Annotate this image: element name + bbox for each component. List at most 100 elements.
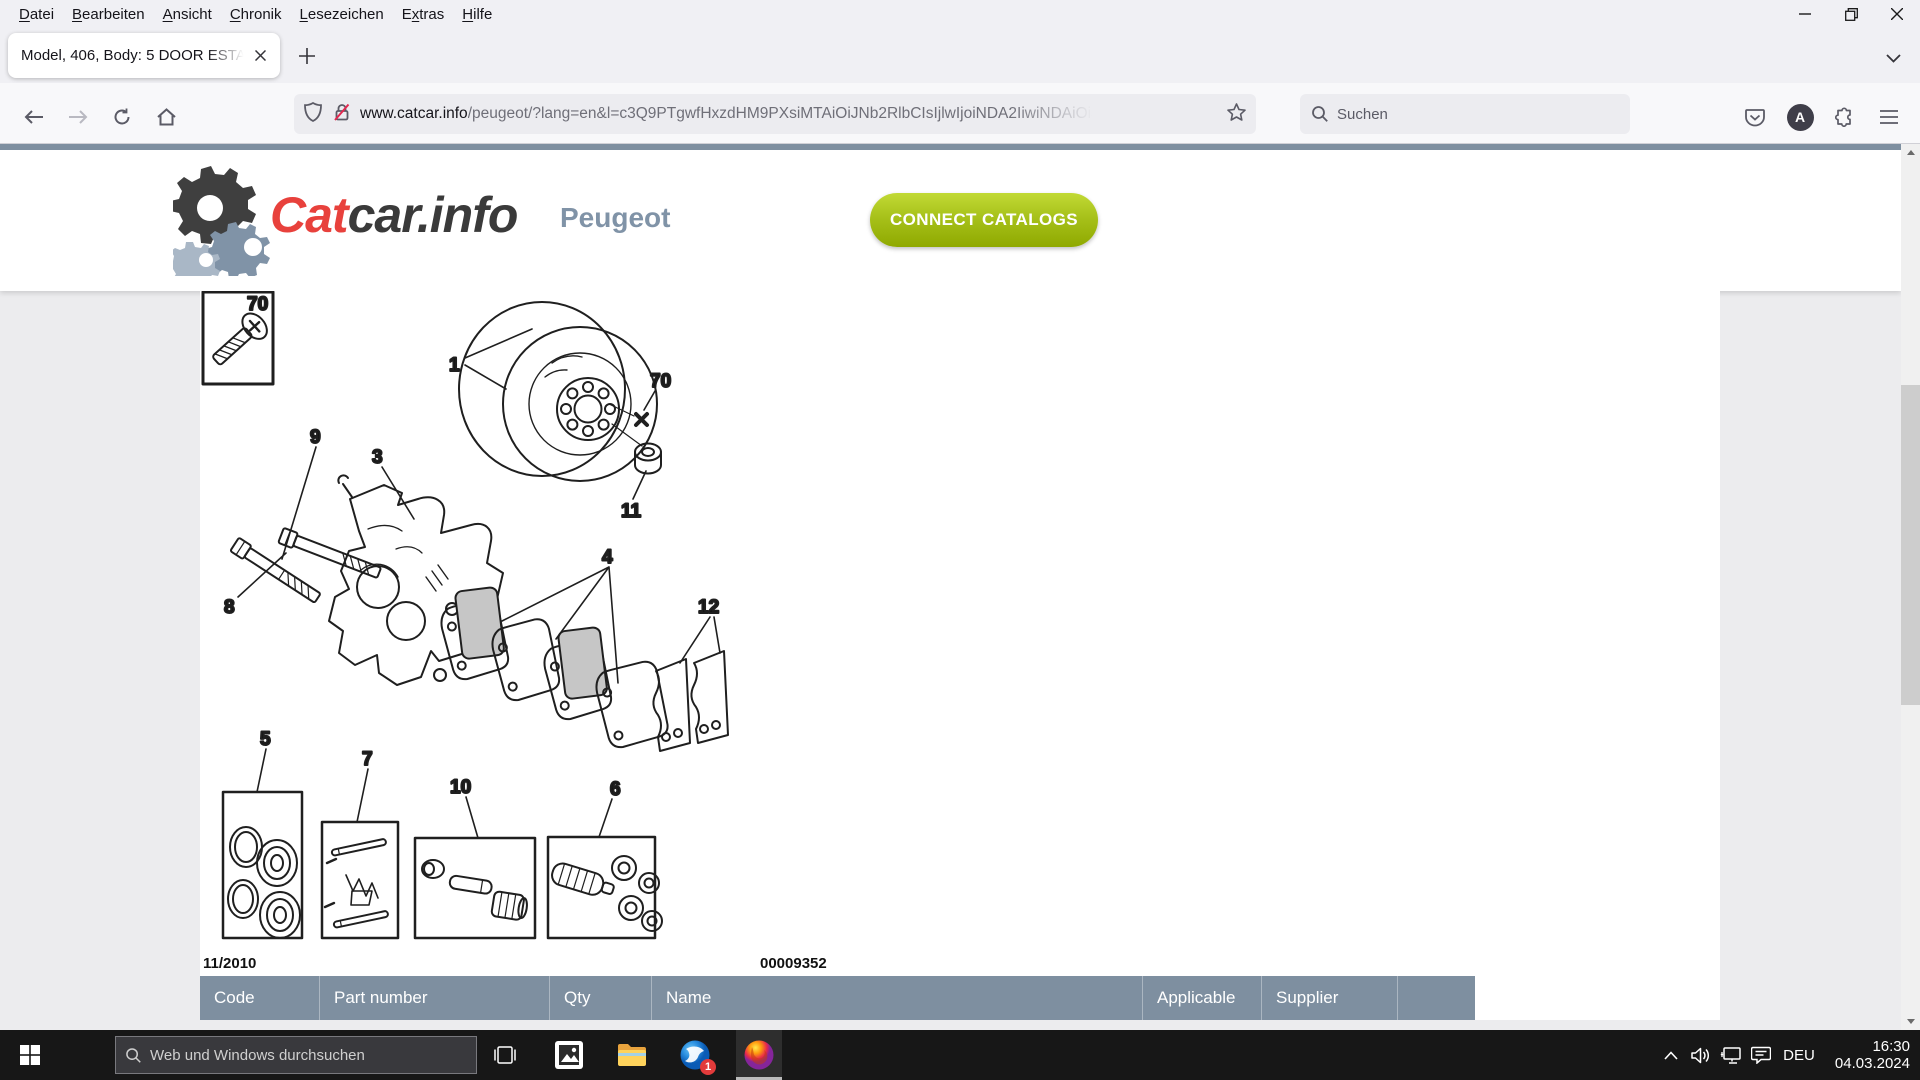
pad-shims bbox=[653, 651, 728, 751]
diagram-label-9: 9 bbox=[310, 427, 321, 448]
diagram-date: 11/2010 bbox=[203, 955, 256, 972]
magnifier-icon bbox=[1312, 106, 1328, 122]
connect-catalogs-button[interactable]: CONNECT CATALOGS bbox=[870, 193, 1098, 247]
reload-icon[interactable] bbox=[105, 100, 139, 134]
menu-lesezeichen[interactable]: Lesezeichen bbox=[291, 6, 393, 23]
account-avatar[interactable]: A bbox=[1783, 100, 1817, 134]
tray-clock[interactable]: 16:30 04.03.2024 bbox=[1824, 1030, 1910, 1080]
menu-ansicht[interactable]: Ansicht bbox=[154, 6, 221, 23]
extensions-puzzle-icon[interactable] bbox=[1828, 100, 1862, 134]
taskbar-search-field[interactable]: Web und Windows durchsuchen bbox=[115, 1036, 477, 1074]
catcar-logo[interactable]: Catcar.info bbox=[173, 164, 593, 276]
column-name: Name bbox=[652, 976, 1143, 1020]
url-path: /peugeot/?lang=en&l=c3Q9PTgwfHxzdHM9PXsi… bbox=[468, 105, 1099, 123]
logo-text: Catcar.info bbox=[270, 186, 517, 244]
tray-chevron-up-icon[interactable] bbox=[1655, 1030, 1687, 1080]
bushing-kit-box-6 bbox=[548, 837, 662, 938]
file-explorer-button[interactable] bbox=[609, 1030, 655, 1080]
avatar-letter: A bbox=[1795, 109, 1805, 125]
photos-icon bbox=[554, 1040, 584, 1070]
guide-bolt-8 bbox=[278, 528, 382, 581]
scrollbar-thumb[interactable] bbox=[1901, 385, 1920, 705]
menu-extras[interactable]: Extras bbox=[393, 6, 454, 23]
guide-bolt-9 bbox=[230, 538, 322, 605]
task-view-button[interactable] bbox=[482, 1030, 528, 1080]
new-tab-button[interactable] bbox=[290, 39, 324, 73]
tray-volume-icon[interactable] bbox=[1685, 1030, 1717, 1080]
diagram-label-6: 6 bbox=[610, 779, 621, 800]
url-bar[interactable]: www.catcar.info /peugeot/?lang=en&l=c3Q9… bbox=[294, 94, 1256, 134]
back-icon[interactable] bbox=[17, 100, 51, 134]
diagram-label-8: 8 bbox=[224, 597, 235, 618]
menu-hilfe[interactable]: Hilfe bbox=[453, 6, 501, 23]
brake-disc bbox=[459, 302, 657, 481]
column-code: Code bbox=[200, 976, 320, 1020]
tray-network-icon[interactable] bbox=[1715, 1030, 1747, 1080]
url-domain: www.catcar.info bbox=[360, 105, 468, 123]
window-controls bbox=[1782, 0, 1920, 28]
notification-badge: 1 bbox=[700, 1059, 716, 1075]
firefox-app-button[interactable] bbox=[736, 1030, 782, 1080]
start-button[interactable] bbox=[0, 1030, 60, 1080]
lock-slash-icon[interactable] bbox=[332, 102, 352, 127]
forward-icon[interactable] bbox=[61, 100, 95, 134]
parts-table-header: Code Part number Qty Name Applicable Sup… bbox=[200, 976, 1475, 1020]
gears-icon bbox=[173, 164, 273, 276]
scroll-down-icon[interactable] bbox=[1901, 1013, 1920, 1030]
home-icon[interactable] bbox=[149, 100, 183, 134]
windows-logo-icon bbox=[20, 1045, 40, 1065]
catalog-card: 70 1 bbox=[200, 291, 1720, 1020]
diagram-label-3: 3 bbox=[372, 447, 383, 468]
hamburger-menu-icon[interactable] bbox=[1872, 100, 1906, 134]
restore-icon[interactable] bbox=[1828, 0, 1874, 28]
column-qty: Qty bbox=[550, 976, 652, 1020]
scrollbar[interactable] bbox=[1901, 144, 1920, 1030]
diagram-label-10: 10 bbox=[450, 777, 471, 798]
tab-title: Model, 406, Body: 5 DOOR ESTATE / bbox=[21, 47, 248, 64]
browser-search-field[interactable]: Suchen bbox=[1300, 94, 1630, 134]
menu-bar: DateiBearbeitenAnsichtChronikLesezeichen… bbox=[0, 0, 1920, 28]
tab-list-chevron-icon[interactable] bbox=[1876, 41, 1910, 75]
tab-close-icon[interactable] bbox=[248, 44, 272, 68]
column-part-number: Part number bbox=[320, 976, 550, 1020]
page-content: Catcar.info Peugeot CONNECT CATALOGS 70 bbox=[0, 150, 1901, 1030]
tab-bar: Model, 406, Body: 5 DOOR ESTATE / bbox=[0, 28, 1920, 83]
tray-action-center-icon[interactable] bbox=[1745, 1030, 1777, 1080]
menu-bearbeiten[interactable]: Bearbeiten bbox=[63, 6, 154, 23]
firefox-icon bbox=[743, 1039, 775, 1071]
brand-name: Peugeot bbox=[560, 202, 670, 234]
menu-datei[interactable]: Datei bbox=[10, 6, 63, 23]
close-window-icon[interactable] bbox=[1874, 0, 1920, 28]
minimize-icon[interactable] bbox=[1782, 0, 1828, 28]
scroll-up-icon[interactable] bbox=[1901, 144, 1920, 161]
url-text: www.catcar.info /peugeot/?lang=en&l=c3Q9… bbox=[360, 105, 1227, 123]
taskbar-search-placeholder: Web und Windows durchsuchen bbox=[150, 1047, 365, 1064]
search-placeholder: Suchen bbox=[1337, 106, 1388, 123]
diagram-label-7: 7 bbox=[362, 749, 373, 770]
column-empty bbox=[1398, 976, 1475, 1020]
taskbar-magnifier-icon bbox=[126, 1048, 141, 1063]
tracking-shield-icon[interactable] bbox=[304, 102, 322, 127]
diagram-label-11: 11 bbox=[621, 501, 642, 522]
diagram-label-5: 5 bbox=[260, 729, 271, 750]
diagram-label-12: 12 bbox=[698, 597, 719, 618]
diagram-label-1: 1 bbox=[449, 355, 460, 376]
menu-chronik[interactable]: Chronik bbox=[221, 6, 291, 23]
tray-time: 16:30 bbox=[1872, 1038, 1910, 1055]
tray-language[interactable]: DEU bbox=[1779, 1030, 1819, 1080]
navigation-toolbar: www.catcar.info /peugeot/?lang=en&l=c3Q9… bbox=[0, 83, 1920, 144]
column-applicable: Applicable bbox=[1143, 976, 1262, 1020]
photos-app-button[interactable] bbox=[546, 1030, 592, 1080]
bookmark-star-icon[interactable] bbox=[1227, 103, 1246, 126]
file-explorer-icon bbox=[617, 1042, 647, 1068]
tray-date: 04.03.2024 bbox=[1835, 1055, 1910, 1072]
diagram-label-4: 4 bbox=[602, 547, 613, 568]
pocket-icon[interactable] bbox=[1738, 100, 1772, 134]
brake-pads bbox=[438, 586, 670, 749]
diagram-sheet-code: 00009352 bbox=[760, 955, 827, 972]
diagram-label-70-screw: 70 bbox=[650, 371, 671, 392]
thunderbird-app-button[interactable]: 1 bbox=[672, 1030, 718, 1080]
tab-model-406[interactable]: Model, 406, Body: 5 DOOR ESTATE / bbox=[8, 33, 280, 78]
column-supplier: Supplier bbox=[1262, 976, 1398, 1020]
taskbar: Web und Windows durchsuchen bbox=[0, 1030, 1920, 1080]
